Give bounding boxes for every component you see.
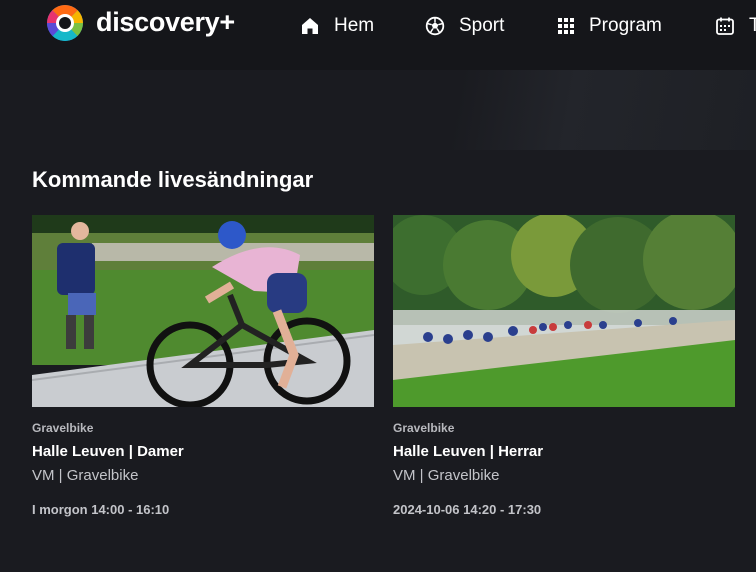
discovery-plus-logo[interactable]: discovery+	[42, 2, 235, 42]
nav-item-label: Program	[589, 15, 662, 36]
hero-backdrop	[0, 70, 756, 150]
nav-item-label: Sport	[459, 15, 505, 36]
event-subtitle: VM | Gravelbike	[393, 467, 500, 484]
event-time: 2024-10-06 14:20 - 17:30	[393, 502, 542, 517]
nav-item-hem[interactable]: Hem	[300, 12, 374, 40]
nav-item-label: T	[749, 15, 756, 36]
brand-name: discovery+	[96, 7, 235, 37]
nav-item-sport[interactable]: Sport	[425, 12, 504, 40]
nav-item-label: Hem	[334, 15, 375, 36]
event-thumbnail-image	[32, 215, 374, 407]
live-event-card[interactable]: Gravelbike Halle Leuven | Damer VM | Gra…	[32, 215, 374, 518]
event-title: Halle Leuven | Herrar	[393, 443, 544, 460]
calendar-icon	[716, 17, 734, 35]
event-subtitle: VM | Gravelbike	[32, 467, 139, 484]
nav-item-tv-guide[interactable]: T	[715, 12, 756, 40]
event-thumbnail-image	[393, 215, 735, 407]
section-title: Kommande livesändningar	[32, 167, 314, 192]
event-category: Gravelbike	[393, 421, 455, 435]
discovery-logo-icon	[47, 5, 83, 41]
event-category: Gravelbike	[32, 421, 94, 435]
grid-icon	[558, 18, 574, 34]
home-icon	[302, 18, 318, 34]
soccer-ball-icon	[425, 16, 445, 36]
nav-item-program[interactable]: Program	[557, 12, 662, 40]
event-time: I morgon 14:00 - 16:10	[32, 502, 170, 517]
live-event-card[interactable]: Gravelbike Halle Leuven | Herrar VM | Gr…	[393, 215, 735, 518]
top-navigation-bar: discovery+ Hem Sport Program T	[0, 0, 756, 70]
event-title: Halle Leuven | Damer	[32, 443, 184, 460]
